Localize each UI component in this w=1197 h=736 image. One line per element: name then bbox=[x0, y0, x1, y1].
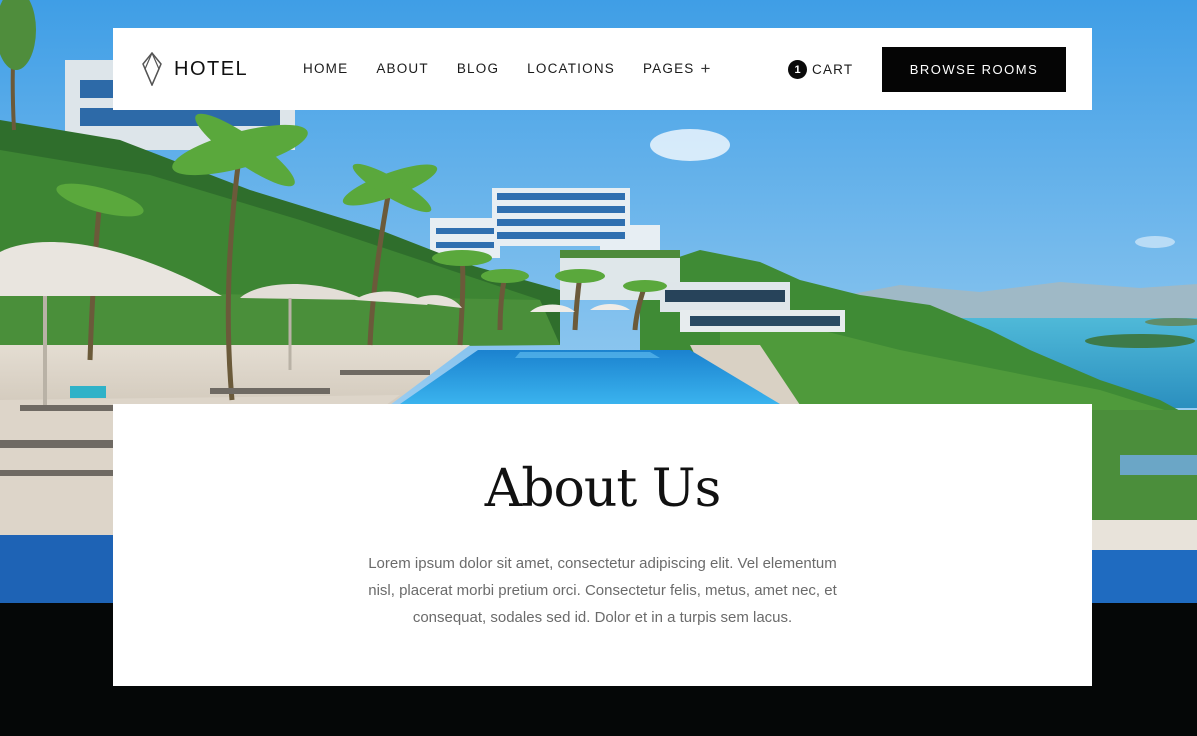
browse-rooms-button[interactable]: BROWSE ROOMS bbox=[882, 47, 1066, 92]
nav-blog-label: BLOG bbox=[456, 61, 500, 76]
nav-pages-label: PAGES bbox=[642, 61, 695, 76]
main-nav: HOME ABOUT BLOG LOCATIONS PAGES + bbox=[303, 59, 740, 78]
nav-blog[interactable]: BLOG bbox=[457, 61, 499, 76]
nav-home-label: HOME bbox=[303, 61, 349, 76]
nav-locations-label: LOCATIONS bbox=[527, 61, 615, 76]
brand-name: HOTEL bbox=[174, 57, 249, 80]
about-body: Lorem ipsum dolor sit amet, consectetur … bbox=[368, 555, 837, 626]
nav-pages[interactable]: PAGES + bbox=[642, 59, 712, 78]
cart-count-badge: 1 bbox=[788, 60, 807, 79]
nav-locations[interactable]: LOCATIONS bbox=[527, 61, 615, 76]
about-section: About Us Lorem ipsum dolor sit amet, con… bbox=[113, 404, 1092, 686]
nav-about[interactable]: ABOUT bbox=[376, 61, 429, 76]
nav-about-label: ABOUT bbox=[376, 61, 429, 76]
brand-logo[interactable]: HOTEL bbox=[141, 52, 248, 86]
cart-link[interactable]: 1 CART bbox=[788, 60, 853, 79]
diamond-leaf-icon bbox=[142, 52, 162, 86]
site-header: HOTEL HOME ABOUT BLOG LOCATIONS PAGES + … bbox=[113, 28, 1092, 110]
plus-icon: + bbox=[700, 59, 712, 78]
nav-home[interactable]: HOME bbox=[303, 61, 348, 76]
about-title: About Us bbox=[484, 459, 722, 519]
cart-label: CART bbox=[812, 62, 854, 77]
